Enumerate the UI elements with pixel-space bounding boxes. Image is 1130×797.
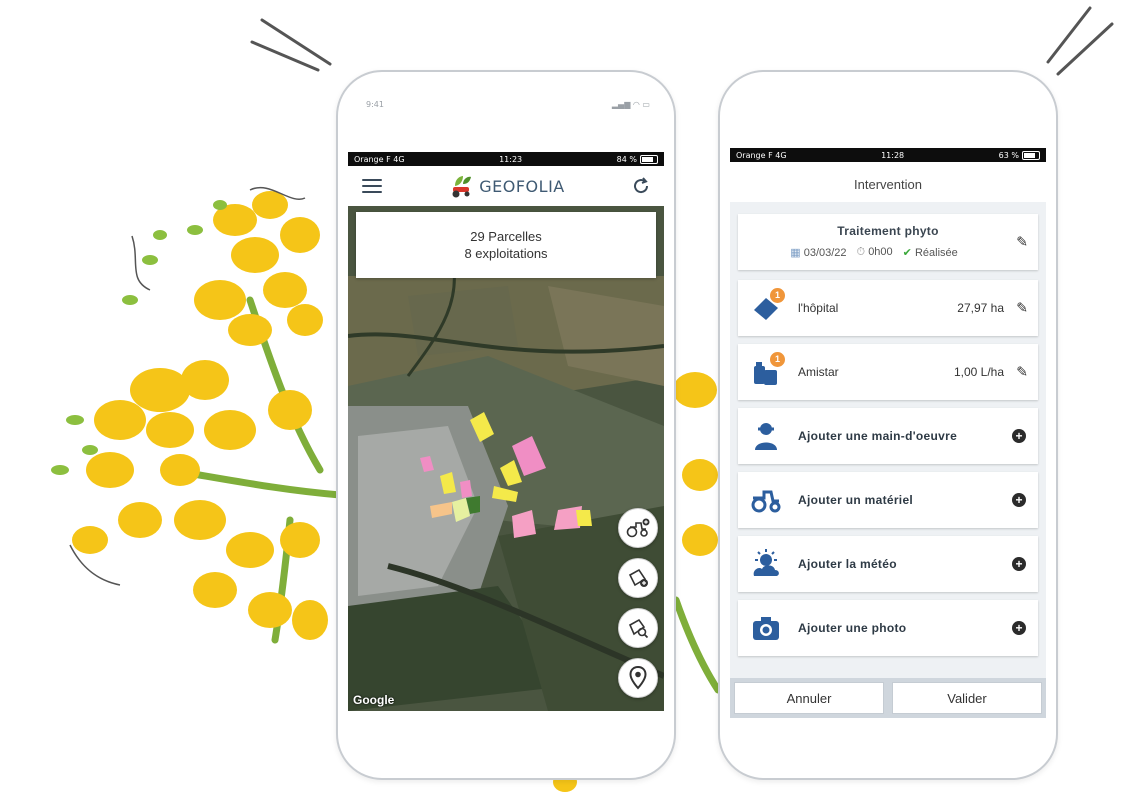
product-name: Amistar bbox=[798, 365, 839, 379]
location-pin-icon bbox=[629, 666, 647, 690]
treatment-date: ▦ 03/03/22 bbox=[790, 247, 847, 259]
phone-intervention-view: Orange F 4G 11:28 63 % Intervention Trai… bbox=[718, 70, 1058, 780]
edit-treatment-icon[interactable]: ✎ bbox=[1016, 234, 1028, 251]
weather-icon bbox=[753, 549, 779, 576]
clock: 11:23 bbox=[499, 154, 523, 164]
app-title: GEOFOLIA bbox=[479, 176, 565, 196]
validate-button[interactable]: Valider bbox=[892, 682, 1042, 714]
tractor-add-button[interactable] bbox=[618, 508, 658, 548]
add-workforce-plus-icon[interactable]: + bbox=[1012, 429, 1026, 443]
add-photo-label: Ajouter une photo bbox=[798, 621, 907, 635]
parcel-add-button[interactable] bbox=[618, 558, 658, 598]
calendar-icon: ▦ bbox=[790, 247, 801, 259]
tractor-icon bbox=[751, 490, 781, 513]
parcel-name: l'hôpital bbox=[798, 301, 839, 315]
product-item[interactable]: 1 Amistar 1,00 L/ha ✎ bbox=[738, 344, 1038, 400]
add-workforce-label: Ajouter une main-d'oeuvre bbox=[798, 429, 958, 443]
map-imagery bbox=[348, 206, 664, 711]
add-weather-plus-icon[interactable]: + bbox=[1012, 557, 1026, 571]
top-time: 9:41 bbox=[366, 100, 384, 109]
phone-map-view: 9:41 ▂▄▆ ◠ ▭ Orange F 4G 11:23 84 % GEOF… bbox=[336, 70, 676, 780]
intervention-screen: Intervention Traitement phyto ▦ 03/03/22… bbox=[730, 166, 1046, 718]
timer-icon: ⏱ bbox=[856, 246, 866, 258]
geofolia-logo-icon bbox=[452, 176, 472, 198]
add-workforce-item[interactable]: Ajouter une main-d'oeuvre + bbox=[738, 408, 1038, 464]
status-bar: Orange F 4G 11:28 63 % bbox=[730, 148, 1046, 162]
parcel-search-icon bbox=[628, 618, 649, 639]
menu-icon[interactable] bbox=[362, 179, 382, 193]
check-icon: ✔ bbox=[902, 247, 912, 259]
screen-title: Intervention bbox=[730, 166, 1046, 202]
add-equipment-label: Ajouter un matériel bbox=[798, 493, 914, 507]
product-badge: 1 bbox=[770, 352, 785, 367]
cancel-button[interactable]: Annuler bbox=[734, 682, 884, 714]
add-weather-item[interactable]: Ajouter la météo + bbox=[738, 536, 1038, 592]
status-bar: Orange F 4G 11:23 84 % bbox=[348, 152, 664, 166]
parcel-badge: 1 bbox=[770, 288, 785, 303]
treatment-duration: ⏱ 0h00 bbox=[856, 246, 893, 258]
edit-parcel-icon[interactable]: ✎ bbox=[1016, 300, 1028, 317]
app-bar: GEOFOLIA bbox=[348, 167, 664, 205]
edit-product-icon[interactable]: ✎ bbox=[1016, 364, 1028, 381]
parcel-area: 27,97 ha bbox=[957, 301, 1004, 315]
parcel-add-icon bbox=[628, 568, 648, 587]
parcel-item[interactable]: 1 l'hôpital 27,97 ha ✎ bbox=[738, 280, 1038, 336]
action-buttons: Annuler Valider bbox=[730, 678, 1046, 718]
worker-icon bbox=[755, 423, 777, 450]
battery: 84 % bbox=[617, 154, 658, 164]
add-photo-plus-icon[interactable]: + bbox=[1012, 621, 1026, 635]
motion-lines-right bbox=[1046, 6, 1114, 76]
app-logo: GEOFOLIA bbox=[449, 174, 564, 198]
treatment-card[interactable]: Traitement phyto ▦ 03/03/22 ⏱ 0h00 ✔ Réa… bbox=[738, 214, 1038, 270]
parcel-count: 29 Parcelles bbox=[470, 229, 542, 244]
camera-icon bbox=[753, 617, 779, 640]
top-signal-icons: ▂▄▆ ◠ ▭ bbox=[611, 100, 650, 109]
tractor-add-icon bbox=[626, 518, 650, 538]
motion-lines-left bbox=[250, 18, 332, 72]
location-button[interactable] bbox=[618, 658, 658, 698]
add-equipment-plus-icon[interactable]: + bbox=[1012, 493, 1026, 507]
map-attribution: Google bbox=[353, 693, 395, 707]
add-equipment-item[interactable]: Ajouter un matériel + bbox=[738, 472, 1038, 528]
product-dose: 1,00 L/ha bbox=[953, 365, 1004, 379]
clock: 11:28 bbox=[881, 150, 905, 160]
treatment-name: Traitement phyto bbox=[837, 224, 939, 238]
add-weather-label: Ajouter la météo bbox=[798, 557, 897, 571]
carrier: Orange F 4G bbox=[354, 154, 405, 164]
satellite-map[interactable]: 29 Parcelles 8 exploitations Google bbox=[348, 206, 664, 711]
carrier: Orange F 4G bbox=[736, 150, 787, 160]
add-photo-item[interactable]: Ajouter une photo + bbox=[738, 600, 1038, 656]
parcel-search-button[interactable] bbox=[618, 608, 658, 648]
farm-count: 8 exploitations bbox=[464, 246, 548, 261]
battery: 63 % bbox=[999, 150, 1040, 160]
treatment-status: ✔ Réalisée bbox=[902, 247, 958, 259]
refresh-icon[interactable] bbox=[632, 177, 650, 195]
parcel-summary-card[interactable]: 29 Parcelles 8 exploitations bbox=[356, 212, 656, 278]
